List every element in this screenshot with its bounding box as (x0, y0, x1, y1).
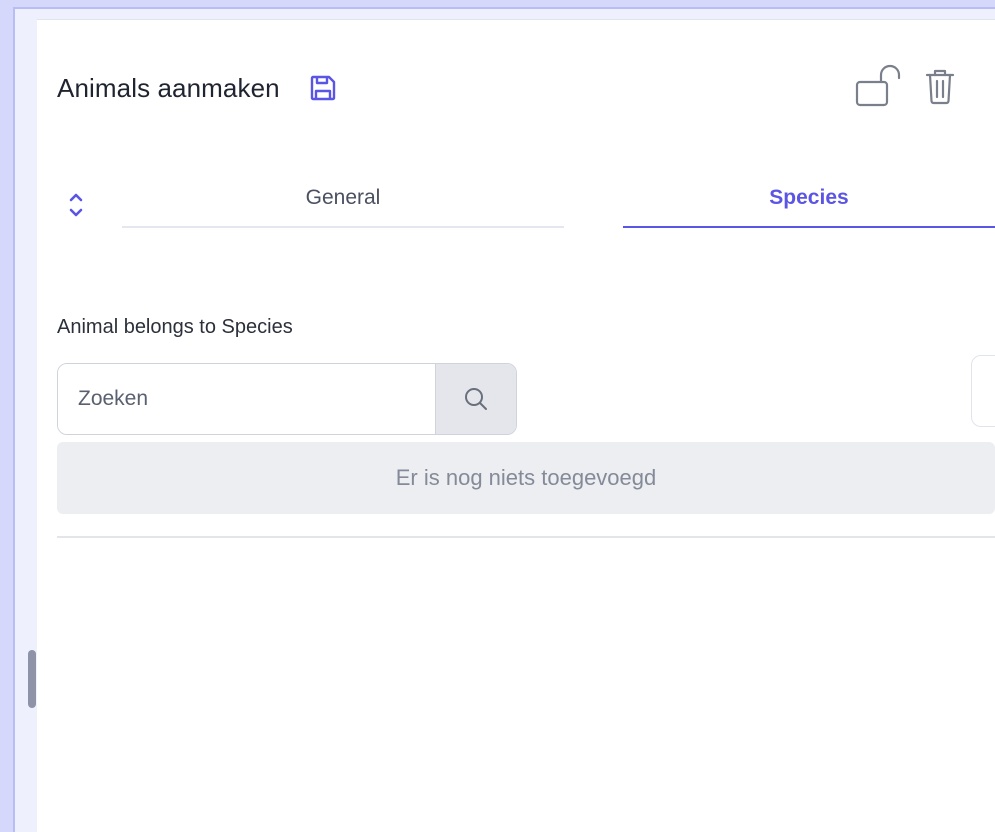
tab-species-label: Species (769, 186, 849, 209)
tab-bar: General Species (57, 170, 995, 228)
form-header: Animals aanmaken (57, 68, 340, 108)
add-button[interactable] (971, 355, 995, 427)
header-actions (855, 64, 955, 108)
tab-species[interactable]: Species (623, 170, 995, 228)
page-title: Animals aanmaken (57, 72, 280, 103)
empty-state-message: Er is nog niets toegevoegd (395, 465, 657, 490)
search-input[interactable] (58, 364, 435, 434)
divider (57, 536, 995, 538)
empty-state: Er is nog niets toegevoegd (57, 442, 995, 514)
save-icon[interactable] (306, 71, 340, 105)
tab-general-label: General (305, 186, 381, 209)
chevron-up-down-icon[interactable] (65, 190, 87, 220)
unlock-icon[interactable] (855, 64, 907, 108)
form-card: Animals aanmaken General Species Animal … (37, 19, 995, 832)
search-button[interactable] (435, 364, 516, 434)
relation-label: Animal belongs to Species (57, 316, 293, 338)
resize-handle[interactable] (28, 650, 36, 708)
trash-icon[interactable] (925, 67, 955, 105)
tab-general[interactable]: General (122, 170, 564, 228)
search-group (57, 363, 517, 435)
search-icon (465, 388, 487, 410)
